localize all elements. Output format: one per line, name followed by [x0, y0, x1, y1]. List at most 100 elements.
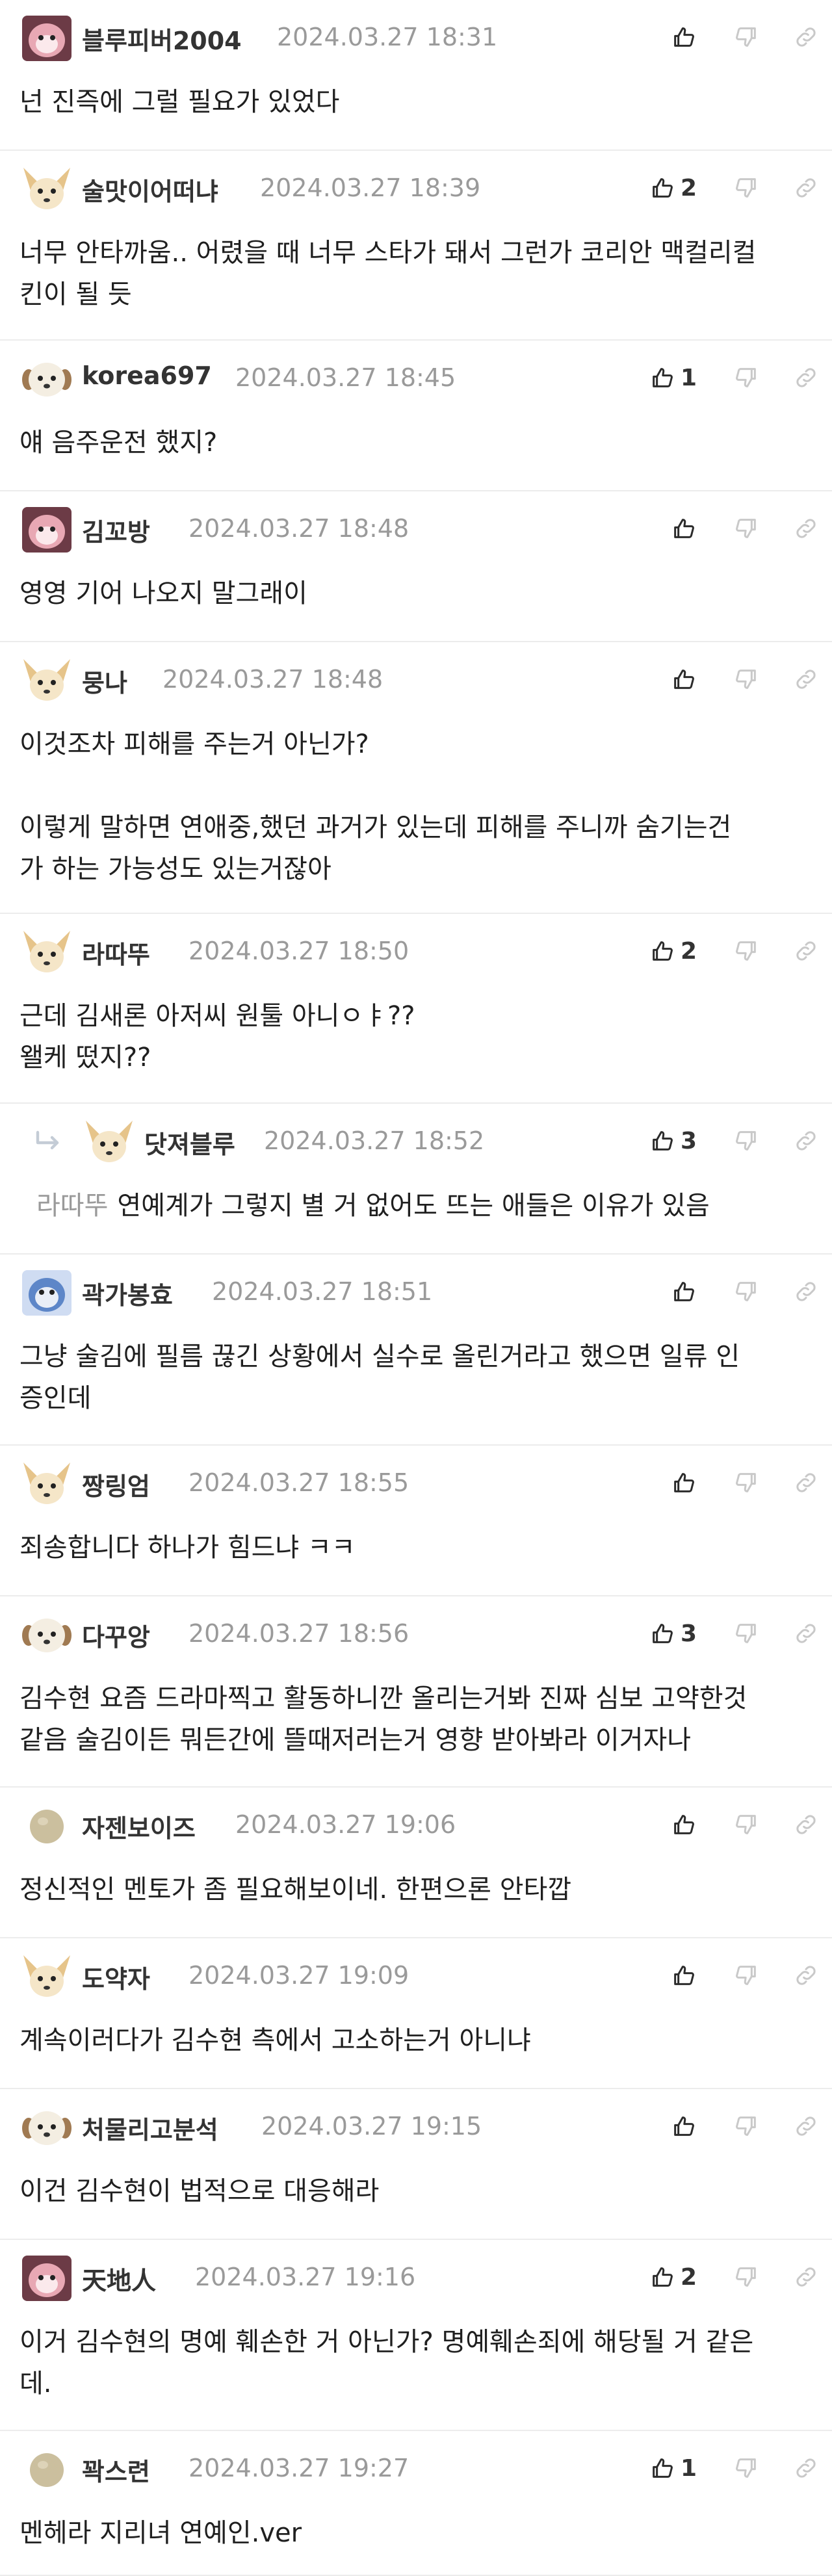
thumbs-down-icon — [733, 2455, 759, 2481]
nickname[interactable]: 꽉스련 — [82, 2452, 150, 2488]
reply-target[interactable]: 라따뚜 — [36, 1191, 108, 1221]
comment-body: 이거 김수현의 명예 훼손한 거 아닌가? 명예훼손죄에 해당될 거 같은 데. — [20, 2327, 754, 2399]
nickname[interactable]: 자젠보이즈 — [82, 1808, 196, 1844]
like-button[interactable]: 2 — [649, 2254, 697, 2300]
copy-link-button[interactable] — [793, 506, 819, 551]
nickname[interactable]: 도약자 — [82, 1959, 150, 1995]
dislike-button[interactable] — [733, 1460, 759, 1505]
nickname[interactable]: 블루피버2004 — [82, 21, 242, 57]
nickname[interactable]: 김꼬방 — [82, 512, 150, 548]
like-button[interactable]: 2 — [649, 928, 697, 974]
comment-body: 연예계가 그렇지 별 거 없어도 뜨는 애들은 이유가 있음 — [117, 1191, 710, 1221]
avatar[interactable] — [20, 2253, 74, 2304]
dislike-button[interactable] — [733, 1953, 759, 1998]
avatar[interactable] — [20, 927, 74, 978]
comment-item: 짱링엄 2024.03.27 18:55 죄송합니다 하나가 힘드냐 ㅋㅋ — [0, 1446, 832, 1596]
comment-body: 이건 김수현이 법적으로 대응해라 — [20, 2176, 380, 2206]
dislike-button[interactable] — [733, 2254, 759, 2300]
copy-link-button[interactable] — [793, 928, 819, 974]
copy-link-button[interactable] — [793, 355, 819, 400]
nickname[interactable]: 곽가봉효 — [82, 1275, 173, 1311]
comment-body: 그냥 술김에 필름 끊긴 상황에서 실수로 올린거라고 했으면 일류 인 증인데 — [20, 1342, 740, 1413]
avatar[interactable] — [20, 354, 74, 404]
thumbs-down-icon — [733, 24, 759, 50]
nickname[interactable]: 라따뚜 — [82, 935, 150, 970]
comment-text: 넌 진즉에 그럴 필요가 있었다 — [20, 81, 812, 123]
like-button[interactable] — [671, 14, 697, 60]
dislike-button[interactable] — [733, 928, 759, 974]
like-button[interactable] — [671, 1460, 697, 1505]
like-button[interactable] — [671, 506, 697, 551]
comment-header: 술맛이어떠냐 2024.03.27 18:39 2 — [0, 151, 832, 222]
nickname[interactable]: 뭉나 — [82, 663, 127, 699]
comment-date: 2024.03.27 18:45 — [235, 363, 456, 392]
dislike-button[interactable] — [733, 165, 759, 211]
like-button[interactable]: 3 — [649, 1118, 697, 1164]
dislike-button[interactable] — [733, 1611, 759, 1656]
dislike-button[interactable] — [733, 2445, 759, 2491]
avatar[interactable] — [20, 13, 74, 64]
avatar[interactable] — [82, 1117, 136, 1167]
avatar[interactable] — [20, 1459, 74, 1509]
avatar[interactable] — [20, 1801, 74, 1851]
dislike-button[interactable] — [733, 657, 759, 702]
comment-item: 곽가봉효 2024.03.27 18:51 그냥 술김에 필름 끊긴 상황에서 … — [0, 1255, 832, 1446]
copy-link-button[interactable] — [793, 2103, 819, 2149]
like-button[interactable] — [671, 657, 697, 702]
comment-body: 근데 김새론 아저씨 원툴 아니ㅇㅑ?? 왤케 떴지?? — [20, 1001, 415, 1073]
like-button[interactable]: 1 — [649, 355, 697, 400]
avatar[interactable] — [20, 1951, 74, 2002]
like-button[interactable]: 1 — [649, 2445, 697, 2491]
copy-link-button[interactable] — [793, 14, 819, 60]
like-button[interactable]: 3 — [649, 1611, 697, 1656]
comment-header: 곽가봉효 2024.03.27 18:51 — [0, 1255, 832, 1326]
like-button[interactable] — [671, 1953, 697, 1998]
avatar[interactable] — [20, 655, 74, 706]
avatar[interactable] — [20, 2444, 74, 2495]
nickname[interactable]: 다꾸앙 — [82, 1617, 150, 1653]
dislike-button[interactable] — [733, 14, 759, 60]
copy-link-button[interactable] — [793, 2254, 819, 2300]
avatar[interactable] — [20, 1268, 74, 1318]
link-icon — [793, 1962, 819, 1988]
dislike-button[interactable] — [733, 506, 759, 551]
like-count: 2 — [680, 174, 697, 202]
copy-link-button[interactable] — [793, 1802, 819, 1847]
dislike-button[interactable] — [733, 2103, 759, 2149]
dislike-button[interactable] — [733, 1269, 759, 1314]
copy-link-button[interactable] — [793, 1118, 819, 1164]
nickname[interactable]: 닷져블루 — [144, 1125, 235, 1160]
dislike-button[interactable] — [733, 1118, 759, 1164]
nickname[interactable]: 술맛이어떠냐 — [82, 172, 218, 207]
thumbs-down-icon — [733, 2264, 759, 2290]
avatar[interactable] — [20, 504, 74, 555]
copy-link-button[interactable] — [793, 2445, 819, 2491]
like-button[interactable]: 2 — [649, 165, 697, 211]
comment-text: 라따뚜 연예계가 그렇지 별 거 없어도 뜨는 애들은 이유가 있음 — [36, 1185, 812, 1227]
like-button[interactable] — [671, 1269, 697, 1314]
comment-date: 2024.03.27 18:51 — [212, 1277, 433, 1306]
avatar[interactable] — [20, 1609, 74, 1660]
copy-link-button[interactable] — [793, 1611, 819, 1656]
comment-date: 2024.03.27 18:55 — [188, 1468, 410, 1497]
like-button[interactable] — [671, 2103, 697, 2149]
copy-link-button[interactable] — [793, 657, 819, 702]
nickname[interactable]: 처물리고분석 — [82, 2110, 218, 2146]
copy-link-button[interactable] — [793, 1953, 819, 1998]
thumbs-down-icon — [733, 1470, 759, 1496]
avatar[interactable] — [20, 2102, 74, 2153]
avatar[interactable] — [20, 164, 74, 215]
like-count: 3 — [680, 1620, 697, 1647]
copy-link-button[interactable] — [793, 1269, 819, 1314]
copy-link-button[interactable] — [793, 1460, 819, 1505]
nickname[interactable]: 짱링엄 — [82, 1466, 150, 1502]
nickname[interactable]: 天地人 — [82, 2261, 156, 2296]
dislike-button[interactable] — [733, 355, 759, 400]
link-icon — [793, 2264, 819, 2290]
like-button[interactable] — [671, 1802, 697, 1847]
link-icon — [793, 1470, 819, 1496]
dislike-button[interactable] — [733, 1802, 759, 1847]
nickname[interactable]: korea697 — [82, 361, 212, 390]
comment-header: 天地人 2024.03.27 19:16 2 — [0, 2240, 832, 2311]
copy-link-button[interactable] — [793, 165, 819, 211]
